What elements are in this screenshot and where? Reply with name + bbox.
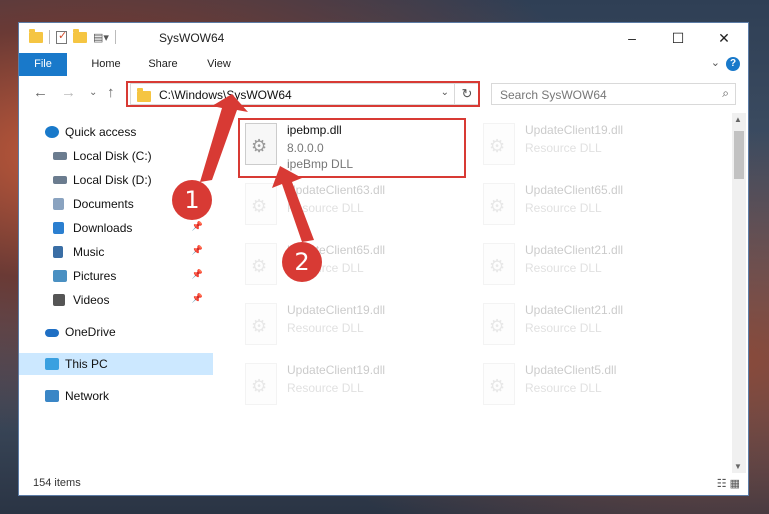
step-2-badge: 2 bbox=[282, 242, 322, 282]
arrow-1 bbox=[200, 94, 248, 182]
step-1-badge: 1 bbox=[172, 180, 212, 220]
arrow-2 bbox=[272, 166, 314, 242]
annotation-arrows bbox=[200, 94, 314, 242]
